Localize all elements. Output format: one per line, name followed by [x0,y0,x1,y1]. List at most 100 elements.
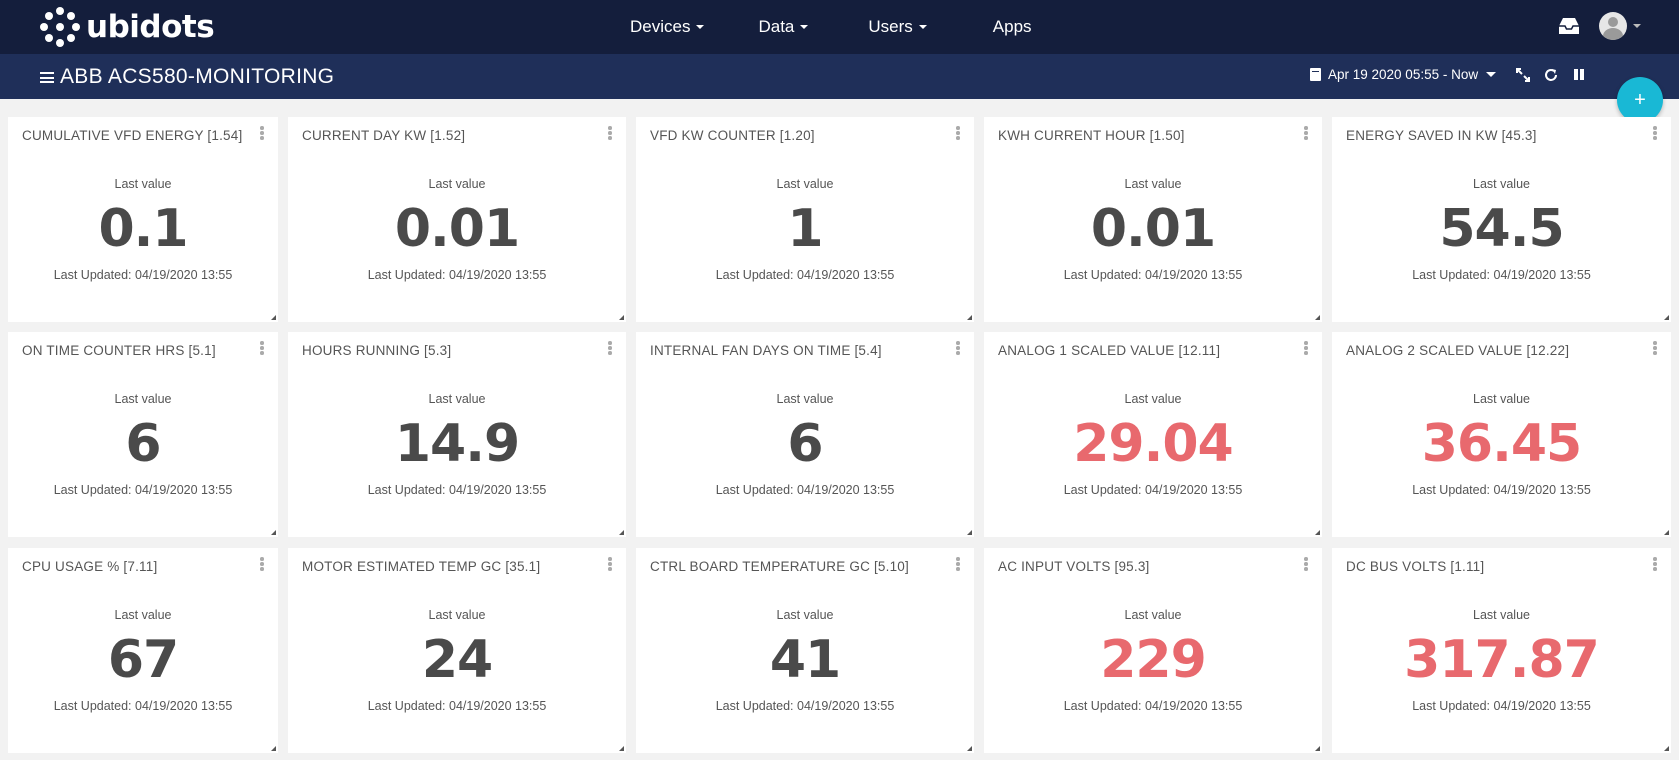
resize-handle-icon[interactable] [619,315,624,320]
resize-handle-icon[interactable] [1315,530,1320,535]
last-updated-text: Last Updated: 04/19/2020 13:55 [715,268,895,282]
widget-card[interactable]: CPU USAGE % [7.11] Last value 67 Last Updat… [8,548,278,753]
widget-card[interactable]: DC BUS VOLTS [1.11] Last value 317.87 Last … [1332,548,1671,753]
more-options-icon[interactable] [956,341,960,355]
more-options-icon[interactable] [1304,126,1308,140]
widget-card[interactable]: ON TIME COUNTER HRS [5.1] Last value 6 Last… [8,332,278,537]
last-value-label: Last value [776,177,834,191]
nav-devices-label: Devices [630,17,691,36]
widget-title: ANALOG 1 SCALED VALUE [12.11] [998,343,1221,358]
dashboard-header: ABB ACS580-MONITORING Apr 19 2020 05:55 … [0,54,1679,99]
widget-value: 317.87 [1404,630,1600,690]
resize-handle-icon[interactable] [619,746,624,751]
widget-title: ANALOG 2 SCALED VALUE [12.22] [1346,343,1570,358]
widget-title: HOURS RUNNING [5.3] [302,343,452,358]
last-updated-text: Last Updated: 04/19/2020 13:55 [367,268,547,282]
widget-title: VFD KW COUNTER [1.20] [650,128,815,143]
nav-data[interactable]: Data [758,17,809,37]
chevron-down-icon[interactable] [1633,24,1641,28]
nav-devices[interactable]: Devices [630,17,705,37]
last-value-label: Last value [1473,608,1530,622]
calendar-icon [1310,68,1321,81]
last-updated-text: Last Updated: 04/19/2020 13:55 [715,483,895,497]
resize-handle-icon[interactable] [271,530,276,535]
widget-card[interactable]: INTERNAL FAN DAYS ON TIME [5.4] Last valu… [636,332,974,537]
last-value-label: Last value [1124,177,1182,191]
resize-handle-icon[interactable] [967,746,972,751]
more-options-icon[interactable] [1304,341,1308,355]
ubidots-logo[interactable]: ubidots [40,6,215,48]
more-options-icon[interactable] [260,557,264,571]
widget-value: 6 [125,414,161,474]
widget-card[interactable]: AC INPUT VOLTS [95.3] Last value 229 Last U… [984,548,1322,753]
last-value-label: Last value [1473,392,1530,406]
resize-handle-icon[interactable] [271,746,276,751]
more-options-icon[interactable] [956,557,960,571]
fullscreen-icon[interactable] [1516,67,1531,82]
last-updated-text: Last Updated: 04/19/2020 13:55 [1063,268,1243,282]
chevron-down-icon [918,25,927,29]
widget-title: CTRL BOARD TEMPERATURE GC [5.10] [650,559,909,574]
inbox-icon[interactable] [1557,16,1581,36]
widget-title: KWH CURRENT HOUR [1.50] [998,128,1185,143]
user-area [1557,12,1641,40]
resize-handle-icon[interactable] [967,530,972,535]
resize-handle-icon[interactable] [1315,315,1320,320]
resize-handle-icon[interactable] [967,315,972,320]
last-updated-text: Last Updated: 04/19/2020 13:55 [1412,483,1591,497]
widget-title: INTERNAL FAN DAYS ON TIME [5.4] [650,343,882,358]
widget-title: AC INPUT VOLTS [95.3] [998,559,1150,574]
resize-handle-icon[interactable] [1664,315,1669,320]
widget-title: CURRENT DAY KW [1.52] [302,128,466,143]
widget-card[interactable]: CUMULATIVE VFD ENERGY [1.54] Last value 0.… [8,117,278,322]
last-updated-text: Last Updated: 04/19/2020 13:55 [715,699,895,713]
widget-value: 1 [787,199,823,259]
widget-value: 29.04 [1073,414,1233,474]
resize-handle-icon[interactable] [1315,746,1320,751]
resize-handle-icon[interactable] [1664,530,1669,535]
nav-apps[interactable]: Apps [993,17,1032,37]
dashboard-toolbar: Apr 19 2020 05:55 - Now [1310,67,1586,82]
widget-card[interactable]: VFD KW COUNTER [1.20] Last value 1 Last Upd… [636,117,974,322]
last-updated-text: Last Updated: 04/19/2020 13:55 [1412,268,1591,282]
widget-card[interactable]: HOURS RUNNING [5.3] Last value 14.9 Last Up… [288,332,626,537]
widget-card[interactable]: MOTOR ESTIMATED TEMP GC [35.1] Last value… [288,548,626,753]
widget-card[interactable]: KWH CURRENT HOUR [1.50] Last value 0.01 Las… [984,117,1322,322]
last-value-label: Last value [1124,392,1182,406]
refresh-icon[interactable] [1544,68,1558,82]
more-options-icon[interactable] [608,126,612,140]
widget-card[interactable]: ANALOG 2 SCALED VALUE [12.22] Last value 3… [1332,332,1671,537]
more-options-icon[interactable] [260,126,264,140]
more-options-icon[interactable] [1653,557,1657,571]
more-options-icon[interactable] [1653,341,1657,355]
resize-handle-icon[interactable] [1664,746,1669,751]
date-range-picker[interactable]: Apr 19 2020 05:55 - Now [1328,67,1478,82]
widget-card[interactable]: CTRL BOARD TEMPERATURE GC [5.10] Last val… [636,548,974,753]
menu-icon[interactable] [40,72,54,83]
chevron-down-icon[interactable] [1486,72,1497,77]
more-options-icon[interactable] [956,126,960,140]
last-value-label: Last value [1473,177,1530,191]
more-options-icon[interactable] [1653,126,1657,140]
widget-card[interactable]: ENERGY SAVED IN KW [45.3] Last value 54.5 L… [1332,117,1671,322]
avatar[interactable] [1599,12,1627,40]
nav-users[interactable]: Users [868,17,927,37]
last-value-label: Last value [776,608,834,622]
resize-handle-icon[interactable] [271,315,276,320]
resize-handle-icon[interactable] [619,530,624,535]
more-options-icon[interactable] [260,341,264,355]
widget-card[interactable]: ANALOG 1 SCALED VALUE [12.11] Last value 2… [984,332,1322,537]
widget-value: 54.5 [1439,199,1564,259]
widget-card[interactable]: CURRENT DAY KW [1.52] Last value 0.01 Last … [288,117,626,322]
last-updated-text: Last Updated: 04/19/2020 13:55 [1412,699,1591,713]
widget-value: 41 [769,630,841,690]
more-options-icon[interactable] [608,341,612,355]
more-options-icon[interactable] [608,557,612,571]
widget-value: 229 [1100,630,1207,690]
widget-title: CPU USAGE % [7.11] [22,559,158,574]
more-options-icon[interactable] [1304,557,1308,571]
last-value-label: Last value [776,392,834,406]
nav-data-label: Data [758,17,795,36]
last-updated-text: Last Updated: 04/19/2020 13:55 [1063,699,1243,713]
pause-icon[interactable] [1572,68,1586,82]
